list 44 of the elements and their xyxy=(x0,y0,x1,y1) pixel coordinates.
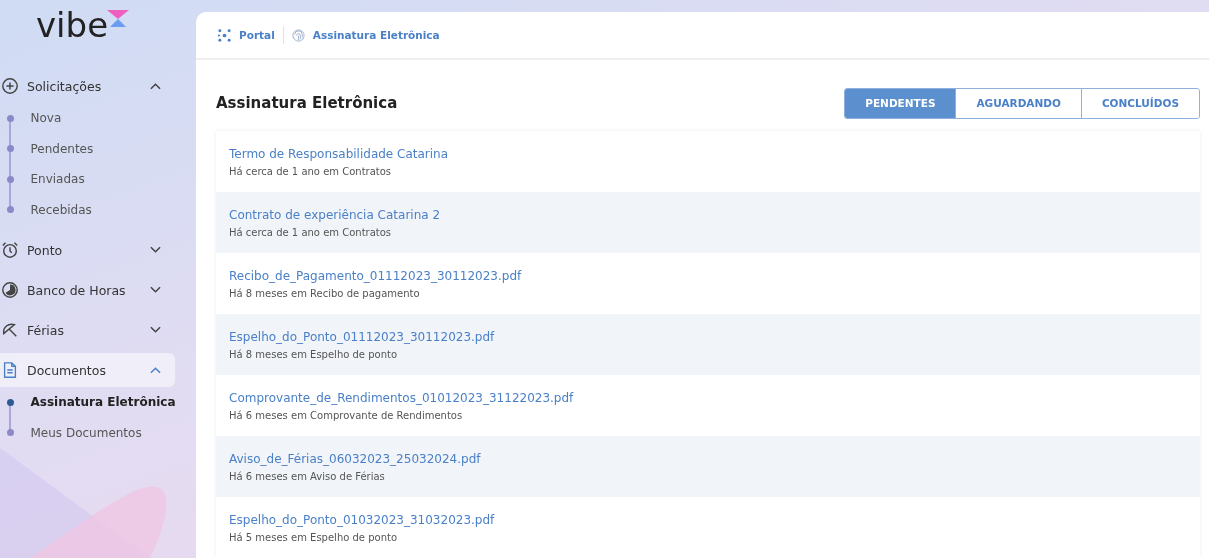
network-icon xyxy=(218,28,231,42)
breadcrumb-link[interactable]: Assinatura Eletrônica xyxy=(312,29,440,41)
umbrella-icon xyxy=(1,321,19,339)
chevron-icon xyxy=(150,326,161,334)
chevron-icon xyxy=(150,246,161,254)
nav-item[interactable]: Pendentes xyxy=(30,141,94,156)
document-meta: Há 8 meses em Espelho de ponto xyxy=(229,348,399,360)
document-meta: Há cerca de 1 ano em Contratos xyxy=(229,165,393,177)
chevron-icon xyxy=(150,286,161,294)
status-tab[interactable]: CONCLUÍDOS xyxy=(1080,88,1199,118)
chevron-icon xyxy=(150,366,161,374)
document-meta: Há 6 meses em Comprovante de Rendimentos xyxy=(229,409,464,421)
nav-item[interactable]: Meus Documentos xyxy=(30,425,142,440)
document-link[interactable]: Recibo_de_Pagamento_01112023_30112023.pdf xyxy=(229,268,1200,283)
nav-group[interactable]: Banco de Horas xyxy=(0,273,175,307)
status-tab[interactable]: PENDENTES xyxy=(845,88,956,118)
breadcrumb-link[interactable]: Portal xyxy=(239,29,275,41)
document-link[interactable]: Espelho_do_Ponto_01032023_31032023.pdf xyxy=(229,512,1200,527)
alarm-clock-icon xyxy=(1,241,19,259)
nav-group[interactable]: Documentos xyxy=(0,353,175,387)
chevron-icon xyxy=(150,82,161,90)
document-meta: Há 8 meses em Recibo de pagamento xyxy=(229,287,421,299)
document-link[interactable]: Termo de Responsabilidade Catarina xyxy=(229,146,1200,161)
plus-circle-icon xyxy=(1,77,19,95)
document-link[interactable]: Aviso_de_Férias_06032023_25032024.pdf xyxy=(229,451,1200,466)
logo-mark-icon xyxy=(106,9,131,29)
document-link[interactable]: Espelho_do_Ponto_01112023_30112023.pdf xyxy=(229,329,1200,344)
pie-clock-icon xyxy=(1,281,19,299)
document-link[interactable]: Contrato de experiência Catarina 2 xyxy=(229,207,1200,222)
document-icon xyxy=(1,361,19,379)
nav-group[interactable]: Férias xyxy=(0,313,175,347)
document-meta: Há 5 meses em Espelho de ponto xyxy=(229,531,399,543)
page-title: Assinatura Eletrônica xyxy=(216,94,398,112)
document-meta: Há cerca de 1 ano em Contratos xyxy=(229,226,393,238)
document-link[interactable]: Comprovante_de_Rendimentos_01012023_31122023.pdf xyxy=(229,390,1200,405)
nav-item[interactable]: Enviadas xyxy=(30,172,85,187)
nav-group[interactable]: Ponto xyxy=(0,233,175,267)
nav-item[interactable]: Nova xyxy=(30,111,62,126)
document-meta: Há 6 meses em Aviso de Férias xyxy=(229,470,386,482)
logo-text: vibe xyxy=(36,6,109,44)
nav-group[interactable]: Solicitações xyxy=(0,69,175,103)
nav-item[interactable]: Assinatura Eletrônica xyxy=(30,395,176,410)
nav-item[interactable]: Recebidas xyxy=(30,202,92,217)
fingerprint-icon xyxy=(291,28,305,42)
